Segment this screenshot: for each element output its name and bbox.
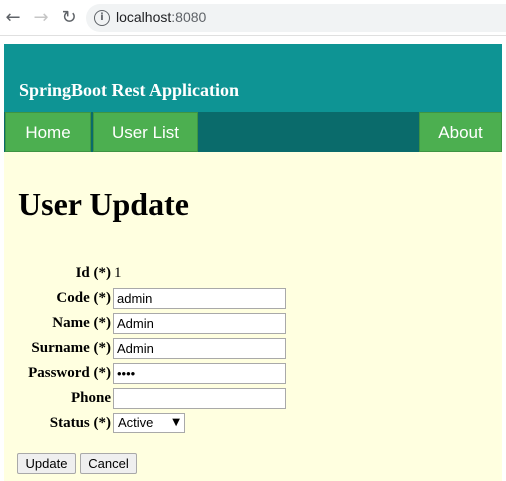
back-arrow-icon[interactable]: ← bbox=[2, 7, 24, 29]
id-label: Id (*) bbox=[75, 265, 111, 281]
nav-item-user-list[interactable]: User List bbox=[93, 112, 198, 152]
phone-label: Phone bbox=[70, 390, 111, 406]
reload-icon[interactable]: ↻ bbox=[58, 7, 80, 29]
nav-item-about[interactable]: About bbox=[419, 112, 502, 152]
code-input[interactable] bbox=[113, 288, 286, 309]
app-title: SpringBoot Rest Application bbox=[19, 80, 240, 100]
nav-item-home[interactable]: Home bbox=[5, 112, 91, 152]
form-row-id: Id (*) 1 bbox=[4, 263, 304, 285]
id-value: 1 bbox=[114, 265, 122, 281]
cancel-button[interactable]: Cancel bbox=[80, 453, 137, 474]
form-row-phone: Phone bbox=[4, 388, 304, 410]
form-row-status: Status (*) Active ▼ bbox=[4, 413, 304, 435]
update-button[interactable]: Update bbox=[17, 453, 76, 474]
status-selected-value: Active bbox=[118, 415, 154, 430]
app-header: SpringBoot Rest Application bbox=[4, 44, 502, 112]
name-label: Name (*) bbox=[52, 315, 111, 331]
form-row-name: Name (*) bbox=[4, 313, 304, 335]
forward-arrow-icon[interactable]: → bbox=[30, 7, 52, 29]
password-input[interactable] bbox=[113, 363, 286, 384]
browser-toolbar: ← → ↻ i localhost:8080 bbox=[0, 0, 506, 36]
password-label: Password (*) bbox=[28, 365, 111, 381]
code-label: Code (*) bbox=[56, 290, 111, 306]
form-row-surname: Surname (*) bbox=[4, 338, 304, 360]
page-content: SpringBoot Rest Application Home User Li… bbox=[4, 44, 502, 481]
navbar: Home User List About bbox=[4, 112, 502, 152]
url-host: localhost bbox=[116, 9, 172, 25]
info-icon[interactable]: i bbox=[94, 10, 110, 26]
surname-label: Surname (*) bbox=[31, 340, 111, 356]
form-row-password: Password (*) bbox=[4, 363, 304, 385]
chevron-down-icon: ▼ bbox=[172, 417, 180, 428]
status-select[interactable]: Active ▼ bbox=[113, 413, 185, 433]
surname-input[interactable] bbox=[113, 338, 286, 359]
form-row-code: Code (*) bbox=[4, 288, 304, 310]
url-text[interactable]: localhost:8080 bbox=[116, 9, 206, 25]
address-bar[interactable]: i localhost:8080 bbox=[86, 4, 506, 32]
url-port: :8080 bbox=[171, 9, 207, 25]
name-input[interactable] bbox=[113, 313, 286, 334]
status-label: Status (*) bbox=[49, 415, 111, 431]
page-title: User Update bbox=[18, 186, 189, 222]
phone-input[interactable] bbox=[113, 388, 286, 409]
